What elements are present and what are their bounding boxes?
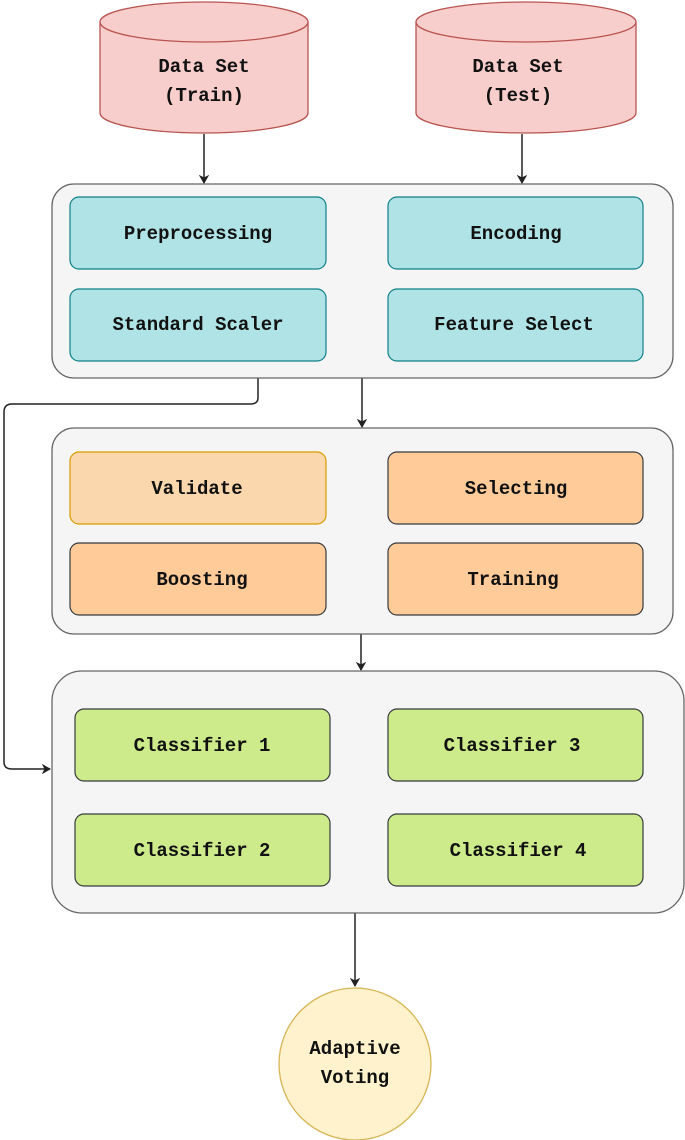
dataset-train-label-1: Data Set	[158, 56, 249, 78]
dataset-test-label-2: (Test)	[484, 85, 552, 107]
voting-label-2: Voting	[321, 1067, 389, 1089]
dataset-test-label-1: Data Set	[472, 56, 563, 78]
boosting-box: Boosting	[156, 569, 247, 591]
classifier-1-box: Classifier 1	[134, 735, 271, 757]
pipeline-diagram: Data Set (Train) Data Set (Test) Preproc…	[3, 1, 685, 1140]
adaptive-voting-node: Adaptive Voting	[278, 987, 432, 1140]
preprocessing-group: Preprocessing Encoding Standard Scaler F…	[51, 183, 674, 379]
classifier-3-box: Classifier 3	[444, 735, 581, 757]
classifier-4-box: Classifier 4	[450, 840, 587, 862]
model-group: Validate Selecting Boosting Training	[51, 427, 674, 635]
classifier-2-box: Classifier 2	[134, 840, 271, 862]
dataset-train-label-2: (Train)	[164, 85, 244, 107]
selecting-box: Selecting	[465, 478, 568, 500]
voting-label-1: Adaptive	[309, 1038, 400, 1060]
training-box: Training	[467, 569, 558, 591]
preprocessing-box: Preprocessing	[124, 223, 272, 245]
dataset-train: Data Set (Train)	[99, 1, 309, 134]
standard-scaler-box: Standard Scaler	[112, 314, 283, 336]
validate-box: Validate	[151, 478, 242, 500]
classifier-group: Classifier 1 Classifier 3 Classifier 2 C…	[51, 670, 685, 914]
feature-select-box: Feature Select	[434, 314, 594, 336]
encoding-box: Encoding	[470, 223, 561, 245]
dataset-test: Data Set (Test)	[415, 1, 637, 134]
